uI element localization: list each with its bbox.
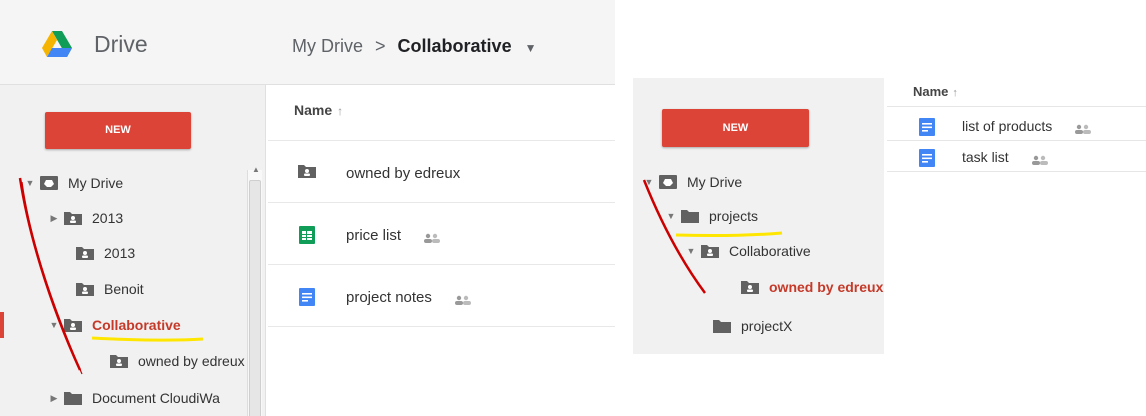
tree-item-label: Benoit xyxy=(104,281,144,297)
my-drive-icon xyxy=(40,176,58,190)
docs-icon xyxy=(298,288,316,306)
tree-item-my-drive[interactable]: ▼ My Drive xyxy=(24,172,124,194)
tree-item-label: My Drive xyxy=(68,175,124,191)
chevron-down-icon[interactable]: ▼ xyxy=(525,41,537,55)
divider xyxy=(268,140,615,141)
file-row-price-list[interactable]: price list xyxy=(298,223,441,247)
folder-icon xyxy=(713,319,731,333)
new-button[interactable]: NEW xyxy=(662,109,809,147)
shared-folder-icon xyxy=(64,211,82,225)
name-column-header[interactable]: Name ↑ xyxy=(294,102,343,118)
expand-right-icon[interactable]: ▶ xyxy=(48,213,60,224)
name-column-label: Name xyxy=(913,84,949,99)
app-title: Drive xyxy=(94,31,148,57)
docs-icon xyxy=(918,117,935,136)
tree-item-label: Collaborative xyxy=(92,317,181,333)
file-row-task-list[interactable]: task list xyxy=(918,146,1049,168)
new-button[interactable]: NEW xyxy=(45,112,191,149)
divider xyxy=(887,171,1146,172)
tree-item-projects[interactable]: ▼ projects xyxy=(665,205,759,227)
shared-folder-icon xyxy=(110,354,128,368)
tree-item-owned-by-edreux[interactable]: owned by edreux xyxy=(725,276,883,298)
expand-down-icon[interactable]: ▼ xyxy=(685,246,697,256)
sheets-icon xyxy=(298,226,316,244)
shared-folder-icon xyxy=(298,164,316,182)
tree-item-label: 2013 xyxy=(104,245,136,261)
file-name: task list xyxy=(962,149,1009,165)
scroll-up-icon[interactable]: ▲ xyxy=(252,165,260,174)
tree-item-label: owned by edreux xyxy=(138,353,245,369)
file-name: list of products xyxy=(962,118,1053,134)
file-row-list-of-products[interactable]: list of products xyxy=(918,115,1092,137)
file-row-project-notes[interactable]: project notes xyxy=(298,285,472,309)
tree-item-owned-by-edreux[interactable]: owned by edreux xyxy=(94,350,245,372)
tree-item-my-drive[interactable]: ▼ My Drive xyxy=(643,171,743,193)
tree-item-collaborative[interactable]: ▼ Collaborative xyxy=(48,314,181,336)
breadcrumb: My Drive > Collaborative ▼ xyxy=(292,36,536,57)
shared-folder-icon xyxy=(76,282,94,296)
tree-item-label: Document CloudiWa xyxy=(92,390,220,406)
scrollbar-thumb[interactable] xyxy=(249,180,261,416)
divider xyxy=(887,106,1146,107)
tree-item-label: projects xyxy=(709,208,759,224)
drive-logo-icon xyxy=(42,31,72,57)
shared-folder-icon xyxy=(64,318,82,332)
tree-item-collaborative[interactable]: ▼ Collaborative xyxy=(685,240,811,262)
shared-people-icon xyxy=(423,230,441,243)
left-screenshot: Drive My Drive > Collaborative ▼ NEW ▼ My… xyxy=(0,0,615,416)
tree-item-document-cloudiwa[interactable]: ▶ Document CloudiWa xyxy=(48,387,220,409)
shared-folder-icon xyxy=(701,244,719,258)
divider xyxy=(268,264,615,265)
shared-people-icon xyxy=(1031,152,1049,165)
breadcrumb-root[interactable]: My Drive xyxy=(292,36,363,56)
file-name: price list xyxy=(346,226,402,244)
tree-item-label: Collaborative xyxy=(729,243,811,259)
breadcrumb-current[interactable]: Collaborative xyxy=(398,36,512,56)
folder-icon xyxy=(64,391,82,405)
active-indicator xyxy=(0,312,4,338)
file-name: owned by edreux xyxy=(346,164,461,182)
tree-item-2013[interactable]: 2013 xyxy=(60,242,135,264)
tree-item-label: My Drive xyxy=(687,174,743,190)
tree-item-2013[interactable]: ▶ 2013 xyxy=(48,207,124,229)
shared-folder-icon xyxy=(741,280,759,294)
sort-arrow-icon[interactable]: ↑ xyxy=(337,104,343,118)
shared-folder-icon xyxy=(76,246,94,260)
name-column-label: Name xyxy=(294,102,333,118)
divider xyxy=(268,326,615,327)
expand-right-icon[interactable]: ▶ xyxy=(48,393,60,404)
docs-icon xyxy=(918,148,935,167)
shared-people-icon xyxy=(1074,121,1092,134)
tree-item-benoit[interactable]: Benoit xyxy=(60,278,144,300)
folder-icon xyxy=(681,209,699,223)
name-column-header[interactable]: Name ↑ xyxy=(913,84,958,99)
sort-arrow-icon[interactable]: ↑ xyxy=(952,87,958,99)
divider xyxy=(268,202,615,203)
tree-item-label: 2013 xyxy=(92,210,124,226)
expand-down-icon[interactable]: ▼ xyxy=(643,177,655,187)
right-screenshot: NEW ▼ My Drive ▼ projects ▼ Collaborative owne… xyxy=(633,78,1146,416)
shared-people-icon xyxy=(454,292,472,305)
tree-item-label: projectX xyxy=(741,318,793,334)
my-drive-icon xyxy=(659,175,677,189)
file-row-owned-by-edreux[interactable]: owned by edreux xyxy=(298,161,460,185)
tree-item-label: owned by edreux xyxy=(769,279,884,295)
breadcrumb-separator: > xyxy=(375,36,386,56)
expand-down-icon[interactable]: ▼ xyxy=(24,178,36,188)
expand-down-icon[interactable]: ▼ xyxy=(665,211,677,221)
expand-down-icon[interactable]: ▼ xyxy=(48,320,60,330)
divider xyxy=(887,140,1146,141)
file-name: project notes xyxy=(346,288,432,306)
tree-item-projectx[interactable]: projectX xyxy=(697,315,792,337)
